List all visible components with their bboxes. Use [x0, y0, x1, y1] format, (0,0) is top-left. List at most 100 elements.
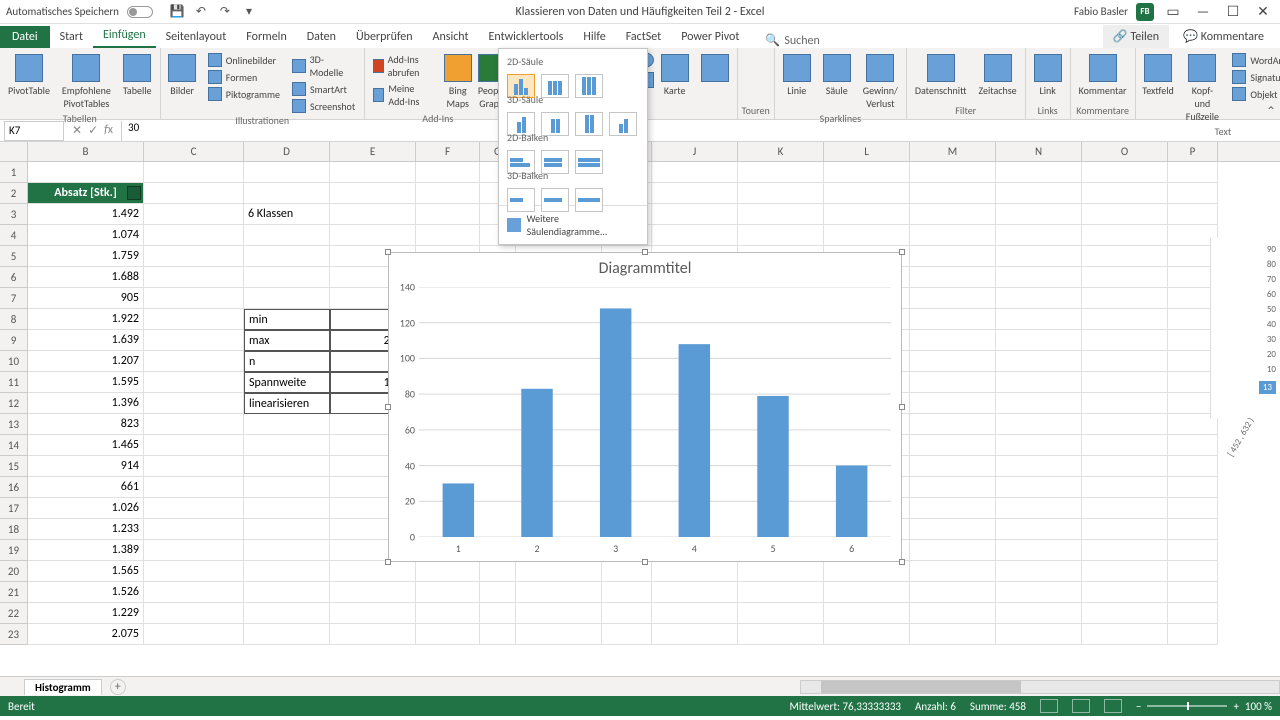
cell[interactable]: [1082, 414, 1168, 435]
cell[interactable]: [1082, 183, 1168, 204]
cell[interactable]: [244, 267, 330, 288]
cell[interactable]: [910, 204, 996, 225]
cell[interactable]: [652, 204, 738, 225]
horizontal-scrollbar[interactable]: [800, 680, 1280, 694]
cell[interactable]: [996, 540, 1082, 561]
cell[interactable]: [996, 204, 1082, 225]
cell[interactable]: [996, 288, 1082, 309]
col-J[interactable]: J: [652, 142, 738, 161]
cell[interactable]: [516, 582, 602, 603]
row-header[interactable]: 12: [0, 393, 28, 414]
resize-handle[interactable]: [385, 249, 391, 255]
3d-stacked-bar-option[interactable]: [541, 188, 569, 212]
cell[interactable]: [144, 624, 244, 645]
cell[interactable]: [824, 582, 910, 603]
stacked-column-option[interactable]: [541, 74, 569, 98]
cell[interactable]: [1168, 582, 1218, 603]
cell[interactable]: [144, 351, 244, 372]
undo-icon[interactable]: ↶: [193, 4, 209, 20]
cell[interactable]: [738, 162, 824, 183]
resize-handle[interactable]: [899, 404, 905, 410]
resize-handle[interactable]: [385, 404, 391, 410]
zoom-slider[interactable]: [1147, 705, 1227, 707]
cell[interactable]: [144, 414, 244, 435]
cell[interactable]: [144, 561, 244, 582]
tab-seitenlayout[interactable]: Seitenlayout: [156, 26, 237, 48]
cell[interactable]: [824, 624, 910, 645]
cell[interactable]: [330, 225, 416, 246]
chart-bar[interactable]: [679, 344, 710, 537]
cell[interactable]: [996, 477, 1082, 498]
cell[interactable]: [1082, 372, 1168, 393]
cell[interactable]: [416, 624, 480, 645]
cell[interactable]: [738, 225, 824, 246]
cell[interactable]: [1082, 246, 1168, 267]
cell[interactable]: [244, 225, 330, 246]
table-button[interactable]: Tabelle: [119, 52, 156, 99]
row-header[interactable]: 2: [0, 183, 28, 204]
cell[interactable]: [330, 204, 416, 225]
cell[interactable]: [1082, 561, 1168, 582]
col-N[interactable]: N: [996, 142, 1082, 161]
cell[interactable]: [910, 519, 996, 540]
pivottable-button[interactable]: PivotTable: [4, 52, 54, 99]
cell[interactable]: [910, 330, 996, 351]
tab-einfuegen[interactable]: Einfügen: [93, 24, 156, 48]
row-header[interactable]: 17: [0, 498, 28, 519]
cell[interactable]: [824, 204, 910, 225]
cell[interactable]: [1082, 540, 1168, 561]
cell[interactable]: [996, 519, 1082, 540]
cell[interactable]: [996, 393, 1082, 414]
cell[interactable]: [244, 414, 330, 435]
cell[interactable]: [996, 351, 1082, 372]
cell[interactable]: 1.207: [28, 351, 144, 372]
cell[interactable]: [1082, 330, 1168, 351]
cell[interactable]: [244, 246, 330, 267]
row-header[interactable]: 13: [0, 414, 28, 435]
cell[interactable]: [416, 603, 480, 624]
cell[interactable]: [244, 561, 330, 582]
cell[interactable]: [144, 330, 244, 351]
tab-factset[interactable]: FactSet: [616, 26, 671, 48]
sheet-tab-histogramm[interactable]: Histogramm: [24, 679, 102, 695]
cell[interactable]: [1082, 162, 1168, 183]
cell[interactable]: 1.233: [28, 519, 144, 540]
cell[interactable]: [144, 288, 244, 309]
cell[interactable]: [244, 582, 330, 603]
col-E[interactable]: E: [330, 142, 416, 161]
cell[interactable]: [652, 225, 738, 246]
cell[interactable]: [1082, 288, 1168, 309]
cell[interactable]: [910, 456, 996, 477]
cell[interactable]: [416, 204, 480, 225]
cell[interactable]: [910, 393, 996, 414]
my-addins-button[interactable]: Meine Add-Ins: [369, 81, 439, 109]
cell[interactable]: 1.759: [28, 246, 144, 267]
autosave-toggle[interactable]: [127, 6, 153, 18]
cell[interactable]: Spannweite: [244, 372, 330, 393]
cell[interactable]: [996, 225, 1082, 246]
cell[interactable]: [738, 561, 824, 582]
col-M[interactable]: M: [910, 142, 996, 161]
col-K[interactable]: K: [738, 142, 824, 161]
chart-bar[interactable]: [443, 483, 474, 537]
cell[interactable]: 1.922: [28, 309, 144, 330]
cell[interactable]: [144, 456, 244, 477]
pictograms-button[interactable]: Piktogramme: [204, 86, 284, 102]
cell[interactable]: [1082, 603, 1168, 624]
tab-entwicklertools[interactable]: Entwicklertools: [479, 26, 574, 48]
cell[interactable]: [738, 204, 824, 225]
cell[interactable]: [824, 603, 910, 624]
cell[interactable]: [144, 603, 244, 624]
row-header[interactable]: 15: [0, 456, 28, 477]
embedded-chart[interactable]: Diagrammtitel 020406080100120140 123456: [388, 252, 902, 562]
cell[interactable]: [144, 246, 244, 267]
cell[interactable]: 1.465: [28, 435, 144, 456]
cell[interactable]: [1082, 477, 1168, 498]
maps-button[interactable]: Karte: [657, 52, 693, 99]
cell[interactable]: [652, 624, 738, 645]
cell[interactable]: [996, 246, 1082, 267]
tab-powerpivot[interactable]: Power Pivot: [671, 26, 749, 48]
cell[interactable]: [244, 624, 330, 645]
cell[interactable]: [602, 624, 652, 645]
col-F[interactable]: F: [416, 142, 480, 161]
